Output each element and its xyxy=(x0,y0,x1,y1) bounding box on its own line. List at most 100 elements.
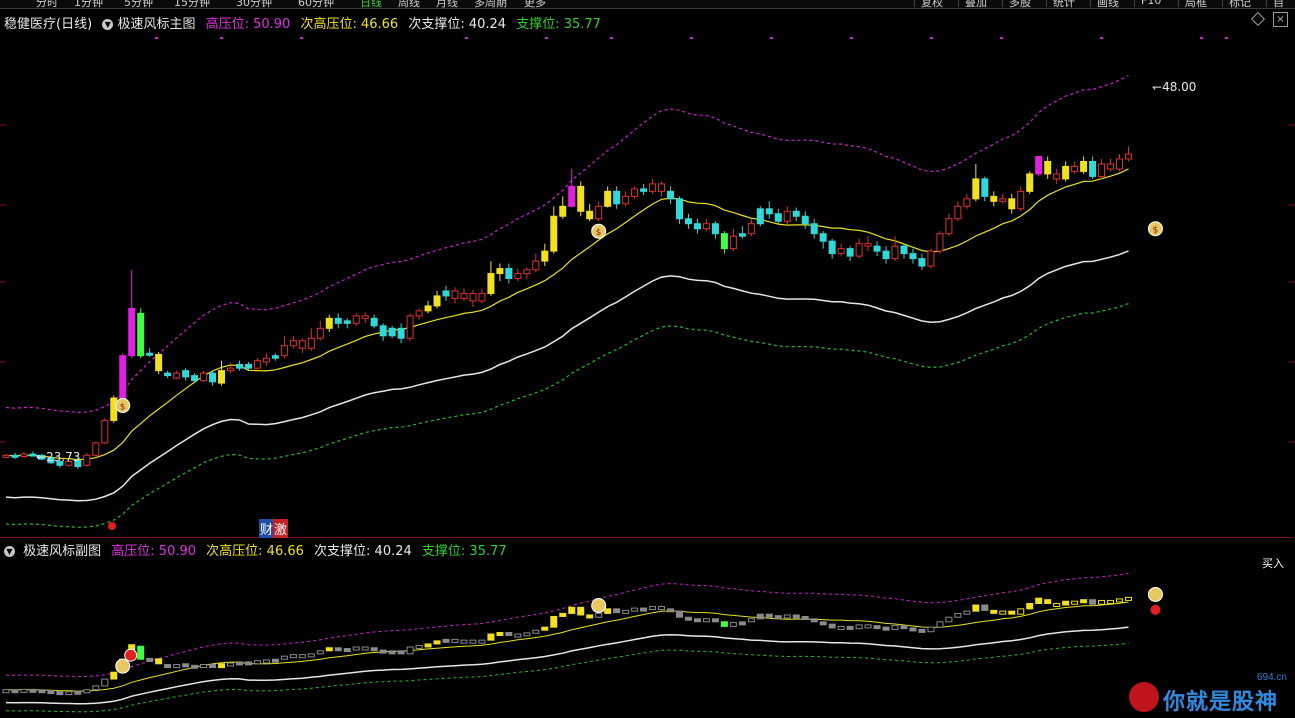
candle-body-0 xyxy=(2,454,10,458)
candle-body-90 xyxy=(810,223,818,235)
top-signal-dot-0 xyxy=(155,37,158,39)
candle-body-62 xyxy=(559,205,567,217)
candle-body-83 xyxy=(747,223,755,235)
candle-body-13 xyxy=(119,355,127,399)
candle-body-70 xyxy=(631,188,639,197)
sub-bar-15 xyxy=(137,645,145,660)
candle-body-105 xyxy=(945,218,953,235)
candle-body-58 xyxy=(523,269,531,275)
top-signal-dot-10 xyxy=(1000,37,1003,39)
candle-body-21 xyxy=(191,375,199,382)
sub-bar-11 xyxy=(101,678,109,687)
top-signal-dot-11 xyxy=(1100,37,1103,39)
sub-bar-89 xyxy=(801,615,809,620)
candle-body-122 xyxy=(1098,163,1106,177)
top-signal-dot-8 xyxy=(850,37,853,39)
candle-body-78 xyxy=(702,223,710,230)
sub-bar-57 xyxy=(514,633,522,638)
watermark-logo-icon xyxy=(1129,682,1159,712)
candle-body-26 xyxy=(235,363,243,369)
sub-bar-80 xyxy=(720,621,728,627)
bottom-signal-icon xyxy=(108,522,116,530)
sub-bar-72 xyxy=(649,606,657,611)
top-signal-dot-2 xyxy=(300,37,303,39)
sub-bar-112 xyxy=(1008,610,1016,615)
sub-bar-81 xyxy=(729,622,737,627)
sub-bar-34 xyxy=(307,653,315,658)
sub-bar-103 xyxy=(927,626,935,633)
candle-body-80 xyxy=(720,233,728,250)
sub-bar-35 xyxy=(316,650,324,655)
candle-body-68 xyxy=(613,190,621,205)
watermark-site: 694.cn xyxy=(1256,672,1287,683)
sub-bar-79 xyxy=(711,618,719,623)
candle-body-63 xyxy=(568,185,576,207)
sub-bar-0 xyxy=(2,689,10,694)
sub-bar-118 xyxy=(1062,600,1070,606)
sub-bar-77 xyxy=(693,618,701,623)
sub-bar-87 xyxy=(783,614,791,619)
sub-bar-39 xyxy=(352,646,360,651)
candle-body-52 xyxy=(469,292,477,302)
sub-bar-109 xyxy=(981,604,989,611)
sub-bar-70 xyxy=(631,607,639,612)
candle-body-76 xyxy=(684,218,692,225)
candle-body-17 xyxy=(155,353,163,372)
candle-body-109 xyxy=(981,178,989,197)
sub-bar-60 xyxy=(541,626,549,631)
candle-body-64 xyxy=(577,185,585,212)
candle-body-77 xyxy=(693,223,701,230)
sub-bar-5 xyxy=(47,690,55,694)
candle-body-85 xyxy=(765,208,773,215)
sub-bar-91 xyxy=(819,621,827,626)
sub-bar-64 xyxy=(577,606,585,616)
candle-body-41 xyxy=(370,317,378,327)
candle-body-19 xyxy=(173,372,181,379)
candle-body-106 xyxy=(954,205,962,220)
top-signal-dot-4 xyxy=(545,37,548,39)
candle-body-22 xyxy=(200,372,208,382)
sub-bar-74 xyxy=(667,608,675,613)
money-bag-glyph-2: $ xyxy=(1152,226,1158,236)
sub-money-bag-icon-0 xyxy=(115,658,131,674)
kline-chart[interactable]: $ $ $ xyxy=(0,0,1295,718)
sub-bar-6 xyxy=(56,691,64,696)
candle-body-118 xyxy=(1062,165,1070,180)
sub-red-signal-icon xyxy=(124,648,138,662)
sub-bar-54 xyxy=(487,633,495,641)
sub-bar-36 xyxy=(325,647,333,652)
sub-bar-29 xyxy=(262,659,270,664)
candle-body-92 xyxy=(828,240,836,255)
sub-bar-3 xyxy=(29,688,37,693)
candle-body-120 xyxy=(1080,160,1088,172)
candle-body-51 xyxy=(460,292,468,299)
candle-body-50 xyxy=(451,290,459,299)
candle-body-27 xyxy=(244,363,252,369)
sub-bar-33 xyxy=(298,654,306,659)
candle-body-35 xyxy=(316,327,324,339)
sub-red-signal-icon-2 xyxy=(1150,604,1161,615)
sub-bar-8 xyxy=(74,690,82,695)
candle-body-121 xyxy=(1089,160,1097,177)
sub-bar-83 xyxy=(747,618,755,623)
candle-body-9 xyxy=(83,454,91,466)
candle-body-99 xyxy=(891,245,899,260)
sub-bar-86 xyxy=(774,615,782,620)
candle-body-56 xyxy=(505,268,513,280)
candle-body-39 xyxy=(352,315,360,324)
candle-body-102 xyxy=(918,258,926,267)
candle-body-55 xyxy=(496,268,504,275)
candle-body-89 xyxy=(801,215,809,225)
sub-bar-100 xyxy=(900,625,908,630)
sub-bar-18 xyxy=(164,664,172,669)
sub-bar-101 xyxy=(909,627,917,632)
candle-body-104 xyxy=(936,233,944,252)
sub-bar-50 xyxy=(451,638,459,643)
candle-body-103 xyxy=(927,250,935,267)
candle-body-42 xyxy=(379,325,387,337)
money-bag-glyph-1: $ xyxy=(596,228,602,238)
candle-body-98 xyxy=(882,250,890,260)
candle-body-119 xyxy=(1071,165,1079,172)
sub-bar-63 xyxy=(568,606,576,614)
sub-bar-122 xyxy=(1098,599,1106,605)
